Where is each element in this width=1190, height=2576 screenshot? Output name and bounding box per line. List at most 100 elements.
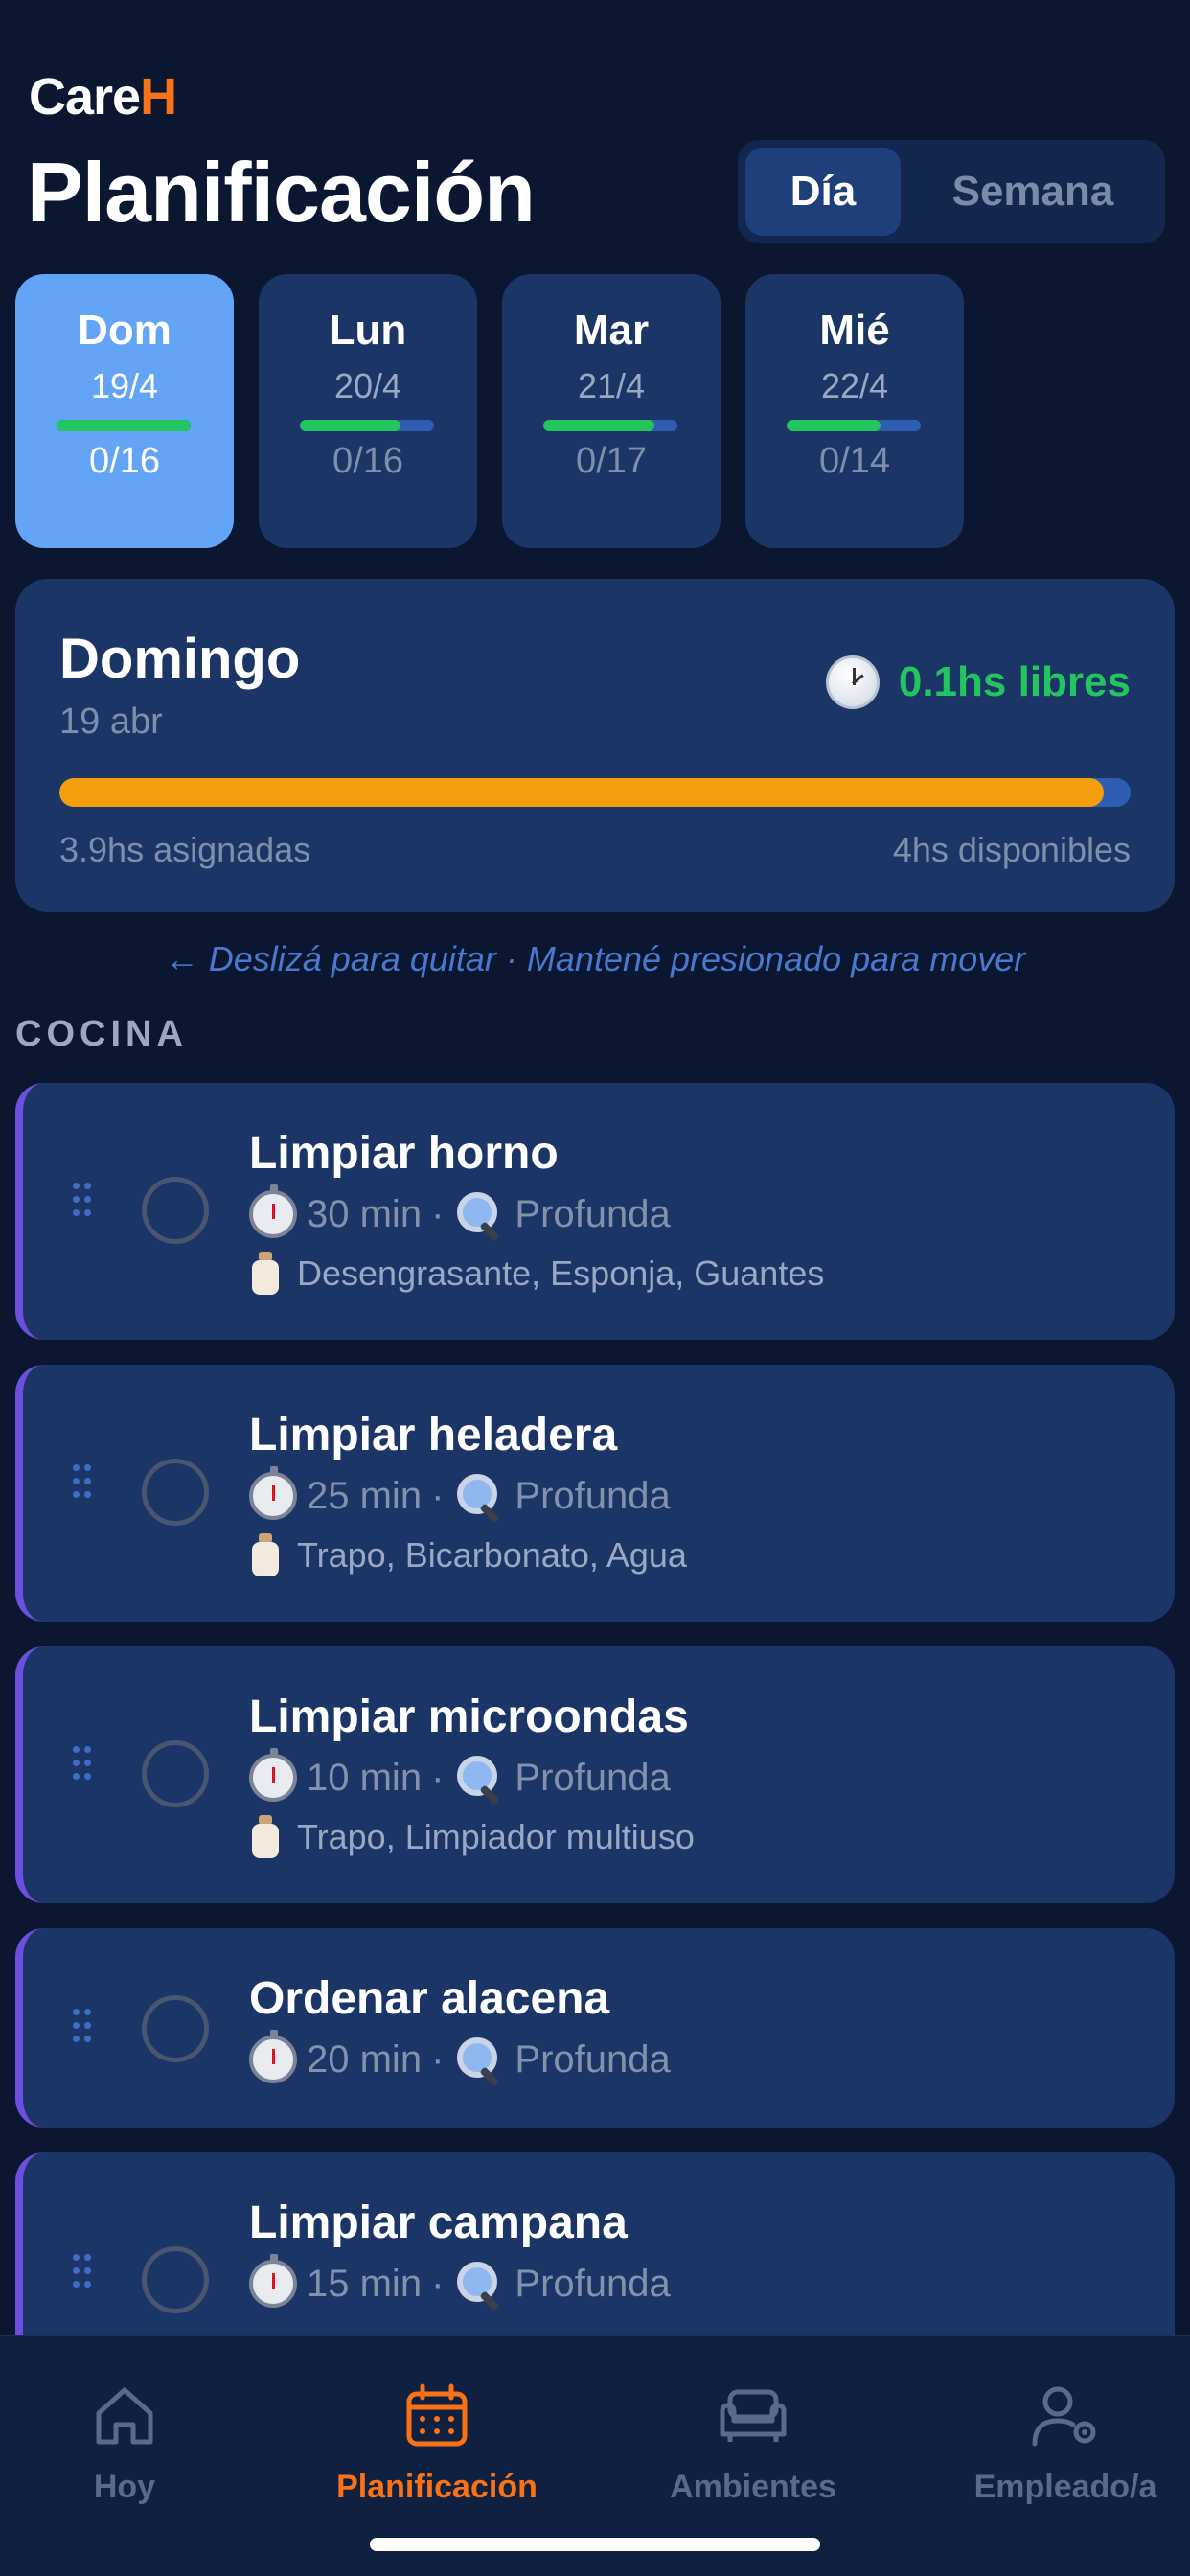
brand-accent: H xyxy=(140,68,177,126)
nav-label: Ambientes xyxy=(670,2469,836,2505)
stopwatch-icon xyxy=(249,1184,297,1238)
task-checkbox[interactable] xyxy=(142,2246,209,2313)
task-card[interactable]: Limpiar microondas 10 min · Profunda Tra… xyxy=(15,1646,1175,1903)
task-duration: 20 min xyxy=(307,2037,423,2081)
hours-progress-fill xyxy=(59,778,1105,807)
task-tools-label: Desengrasante, Esponja, Guantes xyxy=(297,1254,825,1293)
home-indicator[interactable] xyxy=(370,2538,820,2551)
page-title: Planificación xyxy=(27,145,536,240)
day-progress-bar xyxy=(300,420,434,431)
task-tools: Desengrasante, Esponja, Guantes xyxy=(249,1252,824,1296)
day-progress-bar xyxy=(543,420,677,431)
meta-separator: · xyxy=(431,2262,445,2305)
summary-day-name: Domingo xyxy=(59,628,301,690)
task-duration: 25 min xyxy=(307,1474,423,1517)
task-duration: 10 min xyxy=(307,1756,423,1799)
view-toggle: Día Semana xyxy=(738,140,1165,243)
section-title: COCINA xyxy=(15,1014,188,1054)
task-checkbox[interactable] xyxy=(142,1995,209,2062)
assigned-hours: 3.9hs asignadas xyxy=(59,830,311,869)
task-name: Limpiar heladera xyxy=(249,1410,618,1460)
day-progress-fill xyxy=(57,420,191,431)
bottle-icon xyxy=(249,1252,282,1296)
task-card[interactable]: Limpiar heladera 25 min · Profunda Trapo… xyxy=(15,1365,1175,1622)
day-card[interactable]: Dom 19/4 0/16 xyxy=(15,274,234,548)
task-duration: 15 min xyxy=(307,2262,423,2305)
day-name: Lun xyxy=(329,307,407,354)
summary-date: 19 abr xyxy=(59,702,163,742)
task-meta: 10 min · Profunda xyxy=(249,1748,671,1804)
task-card[interactable]: Limpiar horno 30 min · Profunda Desengra… xyxy=(15,1083,1175,1340)
free-hours-label: 0.1hs libres xyxy=(898,658,1131,705)
day-progress-bar xyxy=(57,420,191,431)
day-progress-fill xyxy=(300,420,400,431)
drag-handle-icon[interactable] xyxy=(73,2009,92,2047)
task-type: Profunda xyxy=(515,2262,671,2305)
nav-item-ambientes[interactable]: Ambientes xyxy=(609,2382,897,2506)
drag-handle-icon[interactable] xyxy=(73,2254,92,2292)
task-checkbox[interactable] xyxy=(142,1740,209,1807)
toggle-week-button[interactable]: Semana xyxy=(910,148,1156,236)
day-count: 0/17 xyxy=(576,441,647,481)
day-card[interactable]: Lun 20/4 0/16 xyxy=(259,274,477,548)
magnifier-icon xyxy=(453,2034,505,2085)
task-name: Limpiar microondas xyxy=(249,1691,689,1742)
day-date: 22/4 xyxy=(820,366,889,405)
nav-item-planificacion[interactable]: Planificación xyxy=(293,2382,581,2506)
day-name: Dom xyxy=(78,307,172,354)
drag-handle-icon[interactable] xyxy=(73,1746,92,1784)
task-type: Profunda xyxy=(515,1192,671,1235)
brand-prefix: Care xyxy=(29,68,141,126)
magnifier-icon xyxy=(453,1752,505,1804)
bottle-icon xyxy=(249,1815,282,1859)
task-tools-label: Trapo, Limpiador multiuso xyxy=(297,1817,695,1856)
magnifier-icon xyxy=(453,1188,505,1240)
task-duration: 30 min xyxy=(307,1192,423,1235)
nav-item-empleado[interactable]: Empleado/a xyxy=(922,2382,1190,2506)
task-type: Profunda xyxy=(515,1756,671,1799)
task-card[interactable]: Ordenar alacena 20 min · Profunda xyxy=(15,1928,1175,2128)
meta-separator: · xyxy=(431,2037,445,2081)
day-count: 0/16 xyxy=(332,441,403,481)
free-hours: 0.1hs libres xyxy=(825,656,1131,709)
day-progress-fill xyxy=(543,420,655,431)
app-logo: CareH xyxy=(29,67,177,126)
day-card[interactable]: Mar 21/4 0/17 xyxy=(502,274,721,548)
bottle-icon xyxy=(249,1533,282,1577)
nav-label: Planificación xyxy=(336,2469,538,2505)
user-gear-icon xyxy=(1032,2386,1096,2447)
stopwatch-icon xyxy=(249,1466,297,1520)
task-meta: 25 min · Profunda xyxy=(249,1466,671,1522)
gesture-hint: ← Deslizá para quitar · Mantené presiona… xyxy=(164,939,1026,978)
drag-handle-icon[interactable] xyxy=(73,1183,92,1221)
nav-item-hoy[interactable]: Hoy xyxy=(0,2382,268,2506)
magnifier-icon xyxy=(453,1470,505,1522)
day-count: 0/14 xyxy=(819,441,890,481)
toggle-day-button[interactable]: Día xyxy=(745,148,901,236)
calendar-icon xyxy=(406,2383,468,2447)
task-tools: Trapo, Limpiador multiuso xyxy=(249,1815,695,1859)
day-progress-fill xyxy=(787,420,881,431)
task-name: Ordenar alacena xyxy=(249,1973,610,2024)
day-card[interactable]: Mié 22/4 0/14 xyxy=(745,274,964,548)
day-progress-bar xyxy=(787,420,921,431)
day-name: Mar xyxy=(573,307,650,354)
task-name: Limpiar campana xyxy=(249,2197,628,2248)
day-date: 20/4 xyxy=(333,366,402,405)
day-summary-card: Domingo 19 abr 0.1hs libres 3.9hs asigna… xyxy=(15,579,1175,912)
day-name: Mié xyxy=(819,307,890,354)
task-checkbox[interactable] xyxy=(142,1459,209,1526)
stopwatch-icon xyxy=(249,2030,297,2083)
stopwatch-icon xyxy=(249,2254,297,2308)
sofa-icon xyxy=(720,2389,787,2442)
nav-label: Hoy xyxy=(93,2469,156,2505)
task-tools-label: Trapo, Bicarbonato, Agua xyxy=(297,1535,687,1575)
day-date: 21/4 xyxy=(577,366,646,405)
task-type: Profunda xyxy=(515,2037,671,2081)
stopwatch-icon xyxy=(249,1748,297,1802)
task-checkbox[interactable] xyxy=(142,1177,209,1244)
hours-progress-bar xyxy=(59,778,1131,807)
task-tools: Trapo, Bicarbonato, Agua xyxy=(249,1533,687,1577)
day-count: 0/16 xyxy=(89,441,160,481)
drag-handle-icon[interactable] xyxy=(73,1464,92,1503)
